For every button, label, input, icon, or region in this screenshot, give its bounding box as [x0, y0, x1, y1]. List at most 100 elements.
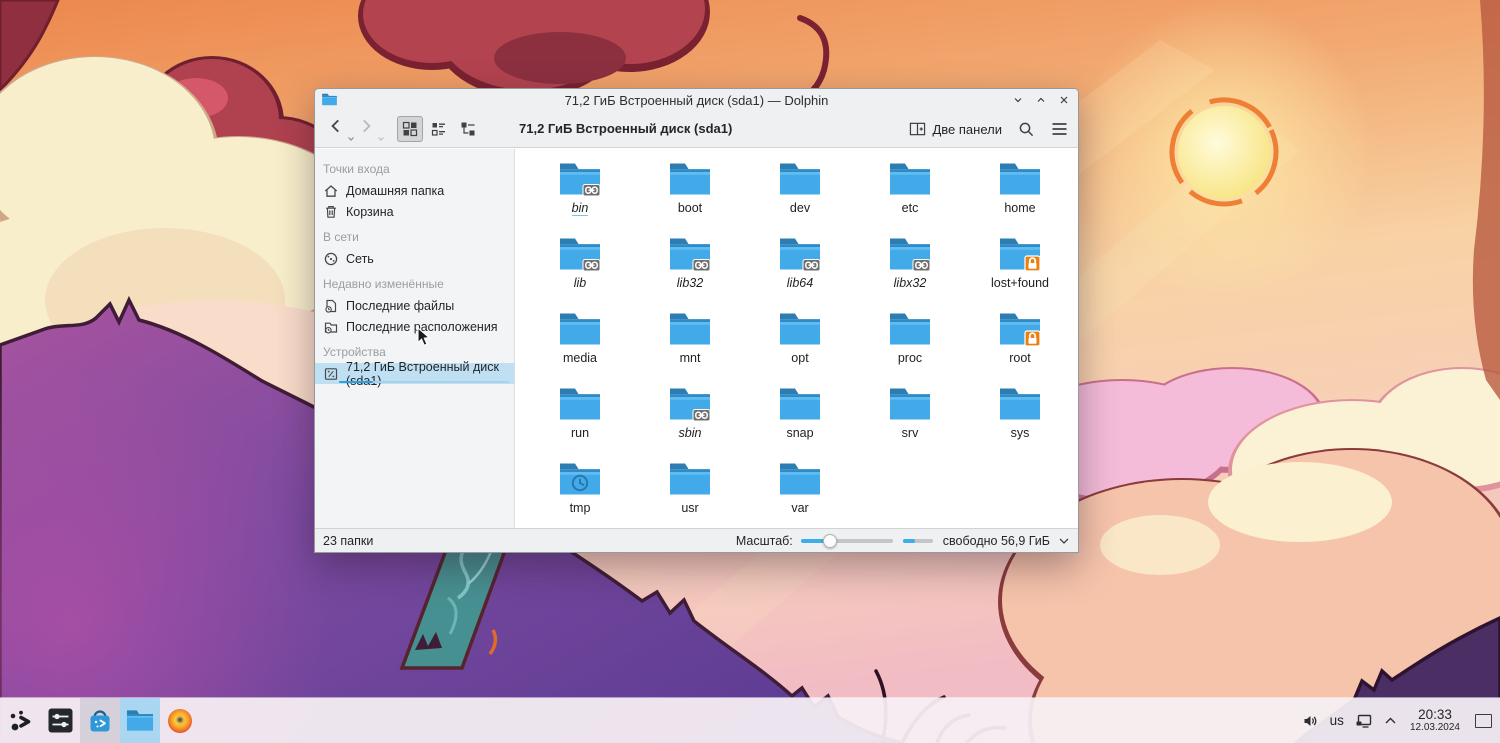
show-desktop-button[interactable] — [1475, 713, 1492, 728]
system-settings-button[interactable] — [40, 698, 80, 743]
folder-item[interactable]: opt — [745, 308, 855, 383]
folder-icon — [670, 238, 711, 272]
capacity-bar-fill — [902, 538, 915, 543]
folder-label: root — [1009, 351, 1031, 365]
system-settings-icon — [48, 708, 72, 733]
folder-item[interactable]: media — [525, 308, 635, 383]
split-view-button[interactable]: Две панели — [909, 121, 1002, 137]
forward-button[interactable] — [357, 117, 384, 141]
folder-label: home — [1004, 201, 1036, 215]
firefox-button[interactable] — [160, 698, 200, 743]
location-title: 71,2 ГиБ Встроенный диск (sda1) — [519, 121, 733, 136]
folder-label: lib32 — [676, 276, 704, 290]
minimize-button[interactable] — [1009, 91, 1026, 108]
app-launcher-button[interactable] — [0, 698, 40, 743]
home-icon — [324, 184, 338, 197]
folder-item[interactable]: lib64 — [745, 233, 855, 308]
symlink-emblem — [692, 409, 711, 422]
sidebar-item-label: Корзина — [346, 204, 394, 219]
folder-item[interactable]: usr — [635, 458, 745, 528]
dolphin-icon — [126, 710, 154, 731]
folder-icon — [780, 163, 820, 195]
sidebar-item-recent-locations[interactable]: Последние расположения — [315, 316, 514, 337]
discover-button[interactable] — [80, 698, 120, 743]
folder-item[interactable]: sbin — [635, 383, 745, 458]
folder-icon — [560, 313, 600, 345]
back-button[interactable] — [327, 117, 354, 141]
folder-item[interactable]: srv — [855, 383, 965, 458]
folder-item[interactable]: lost+found — [965, 233, 1075, 308]
drive-icon — [324, 367, 338, 380]
maximize-button[interactable] — [1032, 91, 1049, 108]
sidebar-item-device-sda1[interactable]: 71,2 ГиБ Встроенный диск (sda1) — [315, 360, 514, 388]
dolphin-button[interactable] — [120, 698, 160, 743]
titlebar[interactable]: 71,2 ГиБ Встроенный диск (sda1) — Dolphi… — [315, 89, 1078, 111]
folder-item[interactable]: libx32 — [855, 233, 965, 308]
symlink-emblem — [692, 259, 711, 272]
sidebar-item-label: 71,2 ГиБ Встроенный диск (sda1) — [346, 359, 499, 388]
device-usage-bar — [339, 380, 509, 383]
folder-item[interactable]: etc — [855, 158, 965, 233]
folder-label: lib — [573, 276, 587, 290]
statusbar: 23 папки Масштаб: свободно 56,9 ГиБ — [315, 528, 1078, 552]
tray-expand-chevron-icon[interactable] — [1384, 716, 1397, 725]
folder-icon — [890, 388, 930, 420]
volume-icon[interactable] — [1302, 713, 1319, 729]
details-view-icon — [461, 122, 475, 136]
folder-label: srv — [901, 426, 919, 440]
folder-item[interactable]: root — [965, 308, 1075, 383]
network-tray-icon[interactable] — [1355, 713, 1373, 729]
folder-icon — [890, 238, 931, 272]
symlink-emblem — [582, 259, 601, 272]
sidebar-item-recent-files[interactable]: Последние файлы — [315, 295, 514, 316]
folder-item[interactable]: dev — [745, 158, 855, 233]
back-history-chevron-icon[interactable] — [347, 136, 355, 142]
details-view-button[interactable] — [455, 116, 481, 142]
folder-icon — [670, 388, 711, 422]
folder-view[interactable]: bin boot dev etc home lib lib32 lib64 libx32 lost… — [515, 149, 1078, 528]
folder-item[interactable]: sys — [965, 383, 1075, 458]
icons-view-icon — [402, 121, 418, 137]
sidebar-item-home[interactable]: Домашняя папка — [315, 180, 514, 201]
folder-item[interactable]: boot — [635, 158, 745, 233]
sidebar-item-network[interactable]: Сеть — [315, 248, 514, 269]
folder-item[interactable]: home — [965, 158, 1075, 233]
sidebar-item-label: Домашняя папка — [346, 183, 445, 198]
hamburger-menu-icon[interactable] — [1051, 122, 1068, 136]
folder-label: opt — [791, 351, 809, 365]
device-usage-fill — [339, 380, 373, 383]
folder-item[interactable]: run — [525, 383, 635, 458]
folder-item[interactable]: proc — [855, 308, 965, 383]
folder-icon — [560, 463, 600, 495]
keyboard-layout-indicator[interactable]: us — [1330, 713, 1344, 728]
folder-item[interactable]: mnt — [635, 308, 745, 383]
folder-item[interactable]: lib32 — [635, 233, 745, 308]
folder-label: usr — [681, 501, 699, 515]
close-button[interactable] — [1055, 91, 1072, 108]
zoom-slider[interactable] — [800, 533, 893, 548]
search-icon[interactable] — [1018, 121, 1035, 138]
toolbar: 71,2 ГиБ Встроенный диск (sda1) Две пане… — [315, 111, 1078, 148]
lock-emblem — [1024, 330, 1041, 347]
folder-item[interactable]: var — [745, 458, 855, 528]
folder-label: snap — [786, 426, 814, 440]
sidebar-item-trash[interactable]: Корзина — [315, 201, 514, 222]
folder-item[interactable]: snap — [745, 383, 855, 458]
folder-item[interactable]: bin — [525, 158, 635, 233]
folder-label: etc — [901, 201, 919, 215]
folder-label: libx32 — [893, 276, 927, 290]
statusbar-chevron-down-icon[interactable] — [1058, 537, 1070, 545]
symlink-emblem — [802, 259, 821, 272]
zoom-slider-knob[interactable] — [823, 533, 838, 548]
forward-history-chevron-icon[interactable] — [377, 136, 385, 142]
folder-icon — [670, 163, 710, 195]
places-section-header: Точки входа — [323, 162, 390, 176]
digital-clock[interactable]: 20:33 12.03.2024 — [1410, 708, 1460, 734]
icons-view-button[interactable] — [397, 116, 423, 142]
folder-item[interactable]: tmp — [525, 458, 635, 528]
folder-icon — [780, 388, 820, 420]
compact-view-button[interactable] — [426, 116, 452, 142]
folder-item[interactable]: lib — [525, 233, 635, 308]
folder-label: mnt — [679, 351, 701, 365]
folder-icon — [560, 388, 600, 420]
